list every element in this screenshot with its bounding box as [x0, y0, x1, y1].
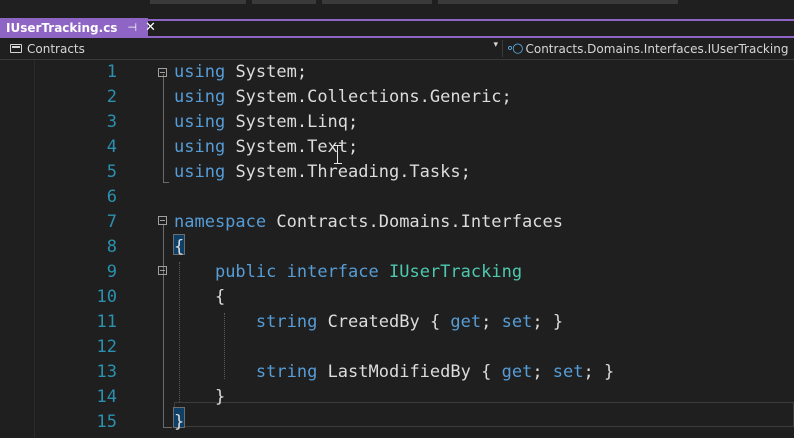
project-name: Contracts [27, 41, 85, 56]
hidden-tab[interactable] [252, 0, 316, 4]
line-content: { [174, 237, 185, 257]
code-line[interactable]: 12 [0, 335, 794, 360]
code-line[interactable]: 8 { [0, 235, 794, 260]
line-number: 11 [96, 312, 117, 332]
chevron-down-icon[interactable]: ▾ [493, 40, 498, 50]
code-line[interactable]: 10 { [0, 285, 794, 310]
hidden-tab[interactable] [322, 0, 432, 4]
code-line[interactable]: 15 } [0, 410, 794, 435]
line-number: 7 [106, 212, 117, 232]
navigation-bar: Contracts ▾ ∘○ Contracts.Domains.Interfa… [0, 38, 794, 60]
type-dropdown[interactable]: ∘○ Contracts.Domains.Interfaces.IUserTra… [506, 40, 788, 57]
line-number: 5 [106, 162, 117, 182]
project-dropdown[interactable]: Contracts ▾ [10, 40, 503, 57]
line-number: 10 [96, 287, 117, 307]
code-line[interactable]: 5 using System.Threading.Tasks; [0, 160, 794, 185]
line-content: } [214, 387, 226, 407]
line-content: public interface IUserTracking [214, 262, 523, 282]
line-number: 3 [106, 112, 117, 132]
line-number: 8 [106, 237, 117, 257]
pin-icon[interactable]: ⊣ [127, 21, 137, 34]
interface-icon: ∘○ [506, 41, 524, 56]
line-number: 15 [96, 412, 117, 432]
code-line[interactable]: 7 namespace Contracts.Domains.Interfaces [0, 210, 794, 235]
type-path: Contracts.Domains.Interfaces.IUserTracki… [525, 41, 789, 56]
code-line[interactable]: 13 string LastModifiedBy { get; set; } [0, 360, 794, 385]
code-line[interactable]: 1 using System; [0, 60, 794, 85]
line-content: using System.Text; [174, 137, 359, 157]
tab-iusertracking[interactable]: IUserTracking.cs ⊣ ✕ [0, 18, 156, 37]
line-content: namespace Contracts.Domains.Interfaces [174, 212, 563, 232]
line-number: 1 [106, 62, 117, 82]
line-content: using System.Collections.Generic; [174, 87, 512, 107]
code-line[interactable]: 6 [0, 185, 794, 210]
hidden-tab[interactable] [150, 0, 246, 4]
close-icon[interactable]: ✕ [145, 20, 156, 35]
csharp-project-icon [10, 44, 22, 53]
line-number: 4 [106, 137, 117, 157]
line-content: using System.Threading.Tasks; [174, 162, 471, 182]
line-content: string LastModifiedBy { get; set; } [255, 362, 615, 382]
line-number: 9 [106, 262, 117, 282]
tab-title: IUserTracking.cs [6, 20, 118, 35]
code-line[interactable]: 9 public interface IUserTracking [0, 260, 794, 285]
code-line[interactable]: 4 using System.Text; [0, 135, 794, 160]
line-content: } [174, 412, 185, 432]
line-number: 14 [96, 387, 117, 407]
line-number: 2 [106, 87, 117, 107]
line-number: 6 [106, 187, 117, 207]
line-content: { [214, 287, 226, 307]
code-line[interactable]: 14 } [0, 385, 794, 410]
hidden-tab[interactable] [438, 0, 678, 4]
line-number: 12 [96, 337, 117, 357]
code-line[interactable]: 3 using System.Linq; [0, 110, 794, 135]
line-content: string CreatedBy { get; set; } [255, 312, 564, 332]
line-content: using System.Linq; [174, 112, 359, 132]
line-content: using System; [174, 62, 308, 82]
code-line[interactable]: 2 using System.Collections.Generic; [0, 85, 794, 110]
code-editor[interactable]: 1 using System; 2 using System.Collectio… [0, 60, 794, 438]
code-line[interactable]: 11 string CreatedBy { get; set; } [0, 310, 794, 335]
line-number: 13 [96, 362, 117, 382]
text-cursor-icon [334, 145, 342, 164]
